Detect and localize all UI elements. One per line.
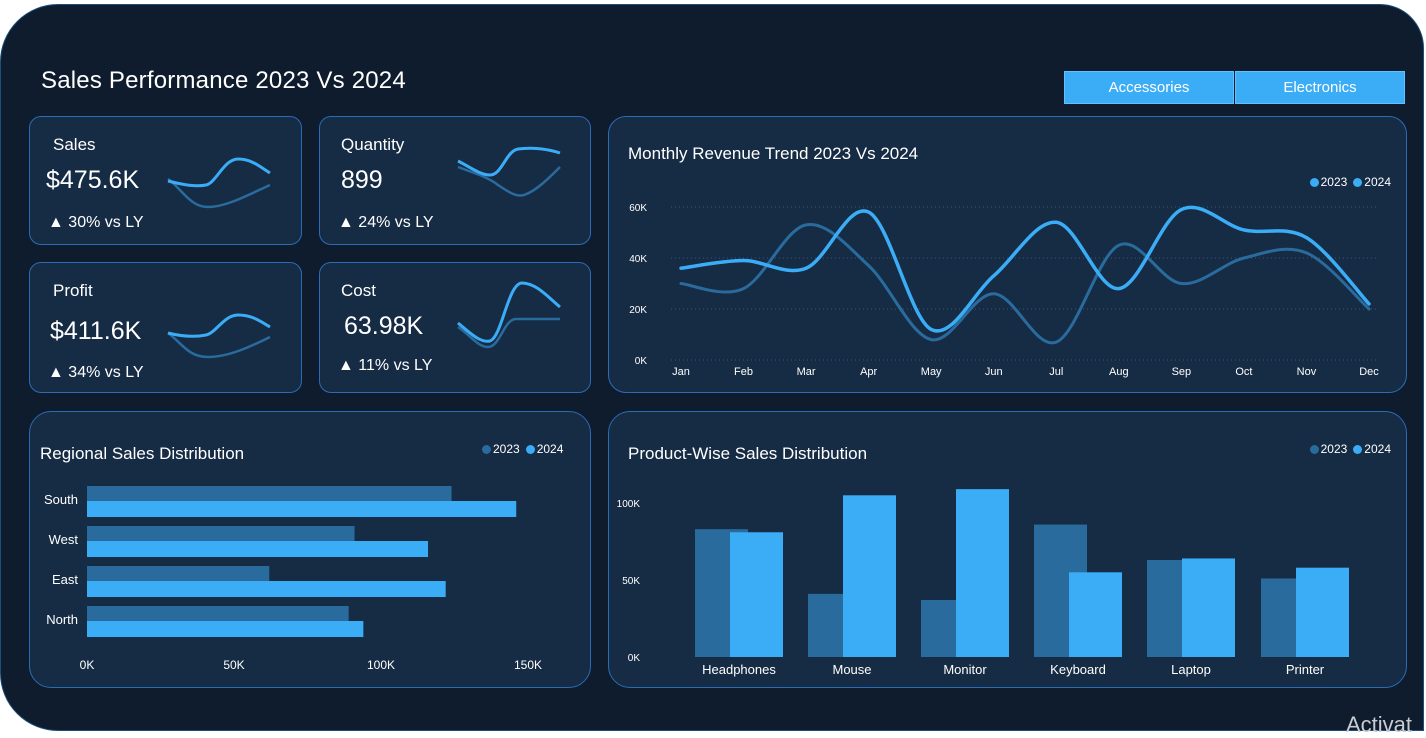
x-tick-label: Aug [1109,366,1129,378]
kpi-sparkline [167,157,271,209]
category-label: West [49,532,79,547]
bar-2024 [87,501,517,517]
sparkline-2023 [457,165,561,197]
kpi-delta: ▲ 24% vs LY [338,214,434,232]
bar-2023 [87,566,270,581]
x-tick-label: 150K [514,658,542,672]
y-tick-label: 20K [629,305,647,316]
y-tick-label: 0K [628,653,641,664]
category-label: Mouse [832,662,871,677]
kpi-delta: ▲ 11% vs LY [338,357,432,375]
sparkline-2024 [457,281,561,343]
kpi-sparkline [457,281,561,349]
kpi-card-sales: Sales $475.6K ▲ 30% vs LY [29,116,302,245]
x-tick-label: Sep [1172,366,1192,378]
x-tick-label: Jan [672,366,690,378]
y-tick-label: 60K [629,203,647,214]
category-label: Monitor [943,662,987,677]
bar-2023 [87,526,355,541]
kpi-label: Sales [53,135,96,154]
kpi-delta: ▲ 30% vs LY [48,214,144,232]
y-tick-label: 40K [629,254,647,265]
category-label: Keyboard [1050,662,1106,677]
kpi-delta-text: 30% vs LY [68,214,144,231]
monthly-revenue-card: Monthly Revenue Trend 2023 Vs 2024 2023 … [608,116,1407,393]
up-arrow-icon: ▲ [48,214,64,231]
sparkline-2024 [167,157,271,188]
bar-2024 [87,621,364,637]
x-tick-label: Oct [1235,366,1252,378]
series-line-2024 [679,205,1371,333]
kpi-value: 899 [341,166,383,194]
kpi-card-quantity: Quantity 899 ▲ 24% vs LY [319,116,591,245]
x-tick-label: Jun [985,366,1003,378]
kpi-value: $475.6K [46,166,140,194]
kpi-label: Quantity [341,135,405,154]
x-tick-label: Nov [1297,366,1317,378]
kpi-sparkline [457,146,561,197]
monthly-revenue-line-chart: 0K 20K 40K 60K Jan Feb Mar Apr May Jun Jul Aug Sep Oc… [629,203,1379,378]
kpi-delta-text: 34% vs LY [68,364,144,381]
category-label: Printer [1286,662,1325,677]
kpi-value: $411.6K [50,317,142,345]
category-label: South [44,492,78,507]
kpi-delta: ▲ 34% vs LY [48,364,144,382]
bar-2024 [956,489,1009,657]
x-tick-label: Dec [1359,366,1379,378]
kpi-delta-text: 24% vs LY [358,214,434,231]
category-label: Headphones [702,662,776,677]
up-arrow-icon: ▲ [338,214,354,231]
sparkline-2023 [457,317,560,349]
kpi-card-profit: Profit $411.6K ▲ 34% vs LY [29,262,302,393]
x-tick-label: 100K [367,658,395,672]
y-tick-label: 50K [622,576,640,587]
x-tick-label: May [921,366,942,378]
bar-2023 [87,486,452,501]
x-tick-label: 0K [80,658,95,672]
category-label: Laptop [1171,662,1211,677]
bar-2024 [730,532,783,657]
y-tick-label: 100K [617,499,641,510]
bar-2023 [87,606,349,621]
dashboard-canvas: Sales Performance 2023 Vs 2024 Accessori… [0,4,1424,731]
bar-2024 [87,541,429,557]
slicer-electronics-button[interactable]: Electronics [1235,71,1405,104]
x-tick-label: Mar [797,366,816,378]
kpi-label: Profit [53,281,93,300]
product-sales-bar-chart: 0K 50K 100K Headphones Mouse Monitor Keyboard L… [617,489,1349,677]
regional-sales-card: Regional Sales Distribution 2023 2024 So… [29,411,591,688]
x-tick-label: 50K [223,658,244,672]
bar-2024 [87,581,446,597]
bar-2024 [843,495,896,657]
sparkline-2024 [457,146,561,177]
bar-2024 [1069,572,1122,657]
up-arrow-icon: ▲ [338,357,354,374]
y-tick-label: 0K [635,356,648,367]
up-arrow-icon: ▲ [48,364,64,381]
category-label: East [52,572,78,587]
category-label: North [46,612,78,627]
kpi-card-cost: Cost 63.98K ▲ 11% vs LY [319,262,591,393]
kpi-value: 63.98K [344,312,424,340]
bar-2024 [1296,567,1349,657]
bar-2024 [1182,558,1235,657]
slicer-accessories-button[interactable]: Accessories [1064,71,1234,104]
watermark-text: Activat [1346,712,1413,737]
kpi-label: Cost [341,281,376,300]
sparkline-2024 [167,313,271,338]
x-tick-label: Feb [734,366,753,378]
product-sales-card: Product-Wise Sales Distribution 2023 202… [608,411,1407,688]
page-title: Sales Performance 2023 Vs 2024 [41,67,406,94]
regional-sales-bar-chart: South West East North 0K 50K 100K 150K [44,486,542,672]
kpi-sparkline [167,313,271,359]
kpi-delta-text: 11% vs LY [358,357,433,374]
x-tick-label: Jul [1049,366,1063,378]
x-tick-label: Apr [860,366,877,378]
